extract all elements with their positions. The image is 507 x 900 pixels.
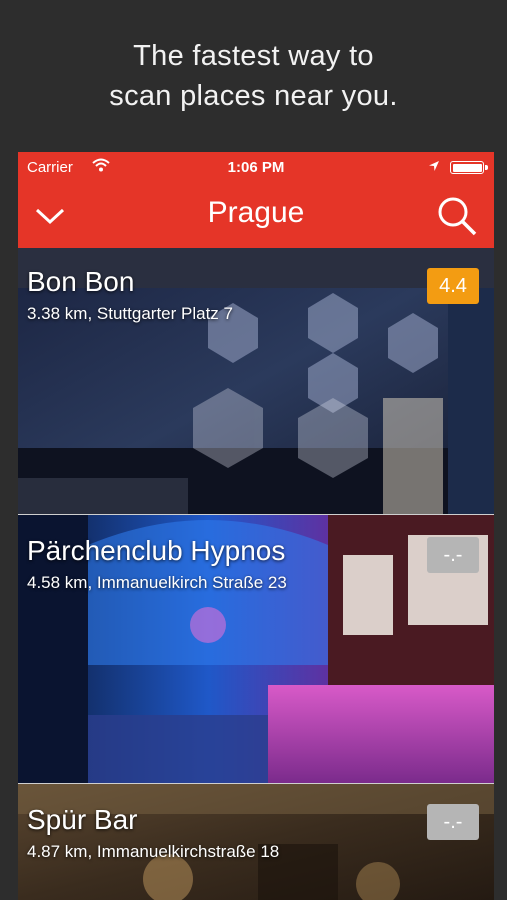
phone-screen: Carrier 1:06 PM Prague Bon Bon 3.38 km, …	[18, 152, 494, 900]
status-bar: Carrier 1:06 PM	[18, 152, 494, 182]
search-icon[interactable]	[436, 196, 478, 241]
rating-badge: 4.4	[427, 268, 479, 304]
battery-icon	[450, 161, 488, 174]
place-name: Pärchenclub Hypnos	[27, 535, 286, 566]
nav-bar: Prague	[18, 182, 494, 248]
place-name: Bon Bon	[27, 266, 135, 297]
place-card[interactable]: Pärchenclub Hypnos 4.58 km, Immanuelkirc…	[18, 515, 494, 783]
place-address: 3.38 km, Stuttgarter Platz 7	[27, 304, 233, 323]
rating-badge: -.-	[427, 537, 479, 573]
place-address: 4.87 km, Immanuelkirchstraße 18	[27, 842, 280, 861]
place-card[interactable]: Spür Bar 4.87 km, Immanuelkirchstraße 18…	[18, 784, 494, 900]
place-address: 4.58 km, Immanuelkirch Straße 23	[27, 573, 287, 592]
place-card[interactable]: Bon Bon 3.38 km, Stuttgarter Platz 7 4.4	[18, 248, 494, 514]
promo-headline: The fastest way to scan places near you.	[0, 36, 507, 116]
clock: 1:06 PM	[227, 159, 285, 176]
rating-badge: -.-	[427, 804, 479, 840]
headline-line-1: The fastest way to	[133, 40, 374, 72]
location-arrow-icon	[428, 159, 440, 176]
page-title: Prague	[207, 196, 305, 229]
headline-line-2: scan places near you.	[109, 80, 398, 112]
place-name: Spür Bar	[27, 804, 138, 835]
